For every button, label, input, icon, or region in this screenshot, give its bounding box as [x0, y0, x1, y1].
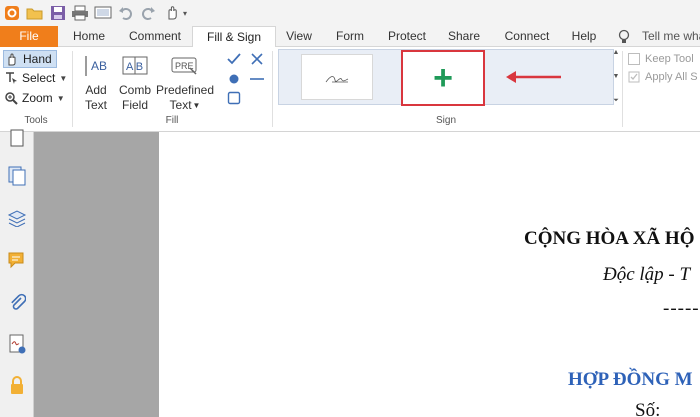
- add-signature-button[interactable]: +: [401, 50, 485, 106]
- undo-icon[interactable]: [117, 4, 135, 22]
- box-icon[interactable]: [227, 91, 241, 105]
- dot-icon[interactable]: [227, 72, 241, 86]
- predefined-text-button[interactable]: PRE Predefined Text ▼: [155, 53, 215, 113]
- comments-icon[interactable]: [7, 250, 27, 270]
- document-number-label: Số:: [635, 400, 661, 417]
- bookmark-icon[interactable]: [7, 128, 27, 148]
- tools-group-label: Tools: [24, 115, 48, 126]
- line-icon[interactable]: [249, 72, 265, 86]
- attachment-icon[interactable]: [7, 292, 27, 312]
- hand-label: Hand: [23, 52, 52, 66]
- checkbox-box: [628, 53, 640, 65]
- chevron-down-icon: ▼: [56, 93, 65, 103]
- hand-tool-icon[interactable]: [163, 4, 181, 22]
- document-heading-line-1: CỘNG HÒA XÃ HỘ: [524, 228, 695, 249]
- text-select-icon: [3, 70, 19, 86]
- checkmark-icon[interactable]: [226, 52, 242, 66]
- add-text-icon-text: AB: [91, 59, 107, 73]
- fill-group-label: Fill: [165, 115, 179, 126]
- group-divider: [622, 51, 623, 127]
- hand-icon: [4, 51, 20, 67]
- signature-scribble-icon: [325, 76, 349, 83]
- document-background: [34, 132, 159, 417]
- document-page: CỘNG HÒA XÃ HỘ Độc lập - T ----- HỢP ĐỒN…: [159, 132, 700, 417]
- tab-comment[interactable]: Comment: [122, 26, 188, 47]
- tab-view[interactable]: View: [281, 26, 317, 47]
- scroll-down-icon[interactable]: ▼: [613, 73, 620, 80]
- predefined-text-label-row: Text ▼: [170, 98, 201, 113]
- apply-all-icon: [628, 71, 640, 83]
- predefined-text-label-1: Predefined: [155, 83, 215, 97]
- comb-field-label-2: Field: [121, 98, 148, 112]
- print-icon[interactable]: [71, 4, 89, 22]
- pages-thumbnail-icon[interactable]: [7, 166, 27, 186]
- tab-home[interactable]: Home: [66, 26, 112, 47]
- quick-access-toolbar: ▾: [0, 0, 700, 26]
- signature-thumbnail[interactable]: [301, 54, 373, 100]
- zoom-label: Zoom: [22, 91, 53, 105]
- red-arrow-annotation: [505, 68, 563, 86]
- zoom-icon: [3, 90, 19, 106]
- lightbulb-icon: [617, 29, 631, 44]
- redo-icon[interactable]: [139, 4, 157, 22]
- tell-me-search-input[interactable]: Tell me wha: [642, 26, 700, 47]
- layers-icon[interactable]: [7, 208, 27, 228]
- open-folder-icon[interactable]: [26, 4, 44, 22]
- sign-group-label: Sign: [435, 115, 456, 126]
- scroll-up-icon[interactable]: ▲: [613, 49, 620, 56]
- customize-dropdown-icon[interactable]: ▾: [180, 4, 190, 22]
- menu-tab-bar: File Home Comment Fill & Sign View Form …: [0, 26, 700, 48]
- tab-share[interactable]: Share: [442, 26, 486, 47]
- tab-protect[interactable]: Protect: [382, 26, 432, 47]
- save-icon[interactable]: [49, 4, 67, 22]
- app-logo-icon: [3, 4, 21, 22]
- apply-all-signatures-button[interactable]: Apply All S: [628, 69, 698, 85]
- keep-tool-label: Keep Tool: [645, 53, 694, 65]
- tab-fill-and-sign[interactable]: Fill & Sign: [192, 26, 276, 48]
- tab-connect[interactable]: Connect: [498, 26, 556, 47]
- signature-panel-icon[interactable]: [7, 334, 27, 354]
- select-label: Select: [22, 71, 56, 85]
- gallery-more-icon[interactable]: ⏷: [613, 97, 619, 105]
- add-text-label-1: Add: [85, 83, 107, 97]
- predefined-text-label-2: Text: [169, 98, 192, 112]
- chevron-down-icon: ▼: [59, 73, 68, 83]
- comb-field-label-1: Comb: [119, 83, 152, 97]
- comb-field-icon-text: A B: [126, 61, 143, 73]
- select-tool-button[interactable]: Select ▼: [3, 69, 67, 87]
- security-lock-icon[interactable]: [7, 376, 27, 396]
- left-navigation-panel: [0, 129, 34, 417]
- add-text-button[interactable]: AB Add Text: [80, 53, 112, 113]
- gallery-scroll-control[interactable]: ▲ ▼ ⏷: [610, 49, 622, 105]
- document-separator: -----: [663, 298, 700, 319]
- document-contract-title: HỢP ĐỒNG M: [568, 369, 693, 390]
- comb-field-icon: A B: [122, 53, 148, 79]
- tab-form[interactable]: Form: [328, 26, 372, 47]
- apply-all-label: Apply All S: [645, 71, 698, 83]
- comb-field-button[interactable]: A B Comb Field: [119, 53, 151, 113]
- tab-help[interactable]: Help: [566, 26, 602, 47]
- chevron-down-icon: ▼: [192, 101, 201, 110]
- predefined-text-icon: PRE: [170, 53, 200, 79]
- add-text-label-2: Text: [84, 98, 107, 112]
- group-divider: [272, 51, 273, 127]
- ribbon-fill-and-sign: Hand Select ▼ Zoom ▼ Tools AB Add Text A…: [0, 47, 700, 132]
- hand-tool-button[interactable]: Hand: [3, 50, 57, 68]
- cross-mark-icon[interactable]: [249, 52, 265, 66]
- document-heading-line-2: Độc lập - T: [603, 264, 691, 285]
- keep-tool-selected-checkbox[interactable]: Keep Tool: [628, 51, 694, 67]
- screen-icon[interactable]: [94, 4, 112, 22]
- zoom-tool-button[interactable]: Zoom ▼: [3, 89, 65, 107]
- add-text-icon: AB: [83, 53, 109, 79]
- tab-file[interactable]: File: [0, 26, 58, 47]
- signature-gallery: +: [278, 49, 614, 106]
